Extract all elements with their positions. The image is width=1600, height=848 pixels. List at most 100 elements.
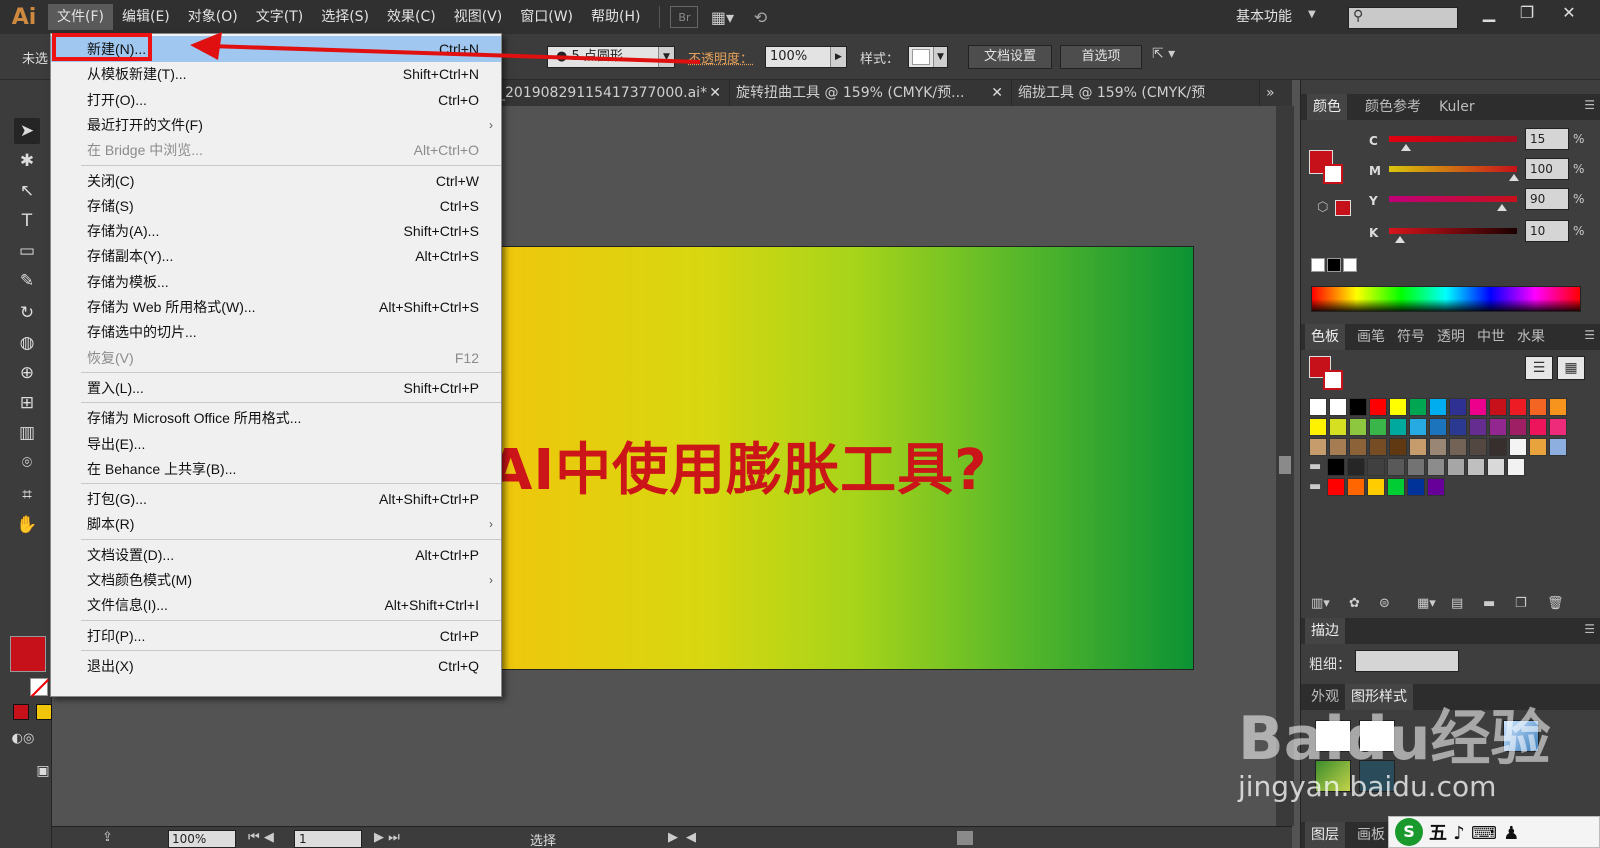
stroke-weight-input[interactable]: [1355, 650, 1459, 672]
cube-icon[interactable]: ⬡: [1317, 200, 1328, 215]
channel-m-input[interactable]: 100: [1525, 158, 1569, 180]
direct-selection-icon[interactable]: ↖: [14, 178, 40, 204]
color-mode-swatch[interactable]: [13, 704, 29, 720]
chevron-down-icon[interactable]: ▼: [658, 47, 674, 67]
stroke-color-swatch[interactable]: [30, 678, 48, 696]
tab-symbols[interactable]: 符号: [1391, 324, 1431, 350]
shape-builder-icon[interactable]: ⊕: [14, 360, 40, 386]
color-swatch[interactable]: [1347, 458, 1365, 476]
color-swatch[interactable]: [1349, 398, 1367, 416]
color-swatch[interactable]: [1369, 418, 1387, 436]
close-icon[interactable]: ✕: [1550, 2, 1588, 24]
channel-k-slider[interactable]: [1389, 228, 1517, 234]
color-swatch[interactable]: [1509, 418, 1527, 436]
tab-color-guide[interactable]: 颜色参考: [1359, 94, 1427, 120]
color-swatch[interactable]: [1509, 438, 1527, 456]
color-swatch[interactable]: [1549, 418, 1567, 436]
swatch-options-icon[interactable]: ⊜: [1379, 596, 1390, 611]
color-swatch[interactable]: [1549, 398, 1567, 416]
color-swatch[interactable]: [1309, 398, 1327, 416]
more-tabs-icon[interactable]: »: [1260, 80, 1292, 106]
file-menu-item[interactable]: 存储为(A)... Shift+Ctrl+S: [51, 218, 501, 244]
color-spectrum[interactable]: [1311, 286, 1581, 312]
color-swatch[interactable]: [1529, 438, 1547, 456]
color-swatch[interactable]: [1449, 438, 1467, 456]
color-swatch[interactable]: [1329, 418, 1347, 436]
color-swatch[interactable]: [1549, 438, 1567, 456]
status-menu-icon[interactable]: ▶: [668, 830, 678, 845]
horizontal-scroll-thumb[interactable]: [957, 831, 973, 845]
grid-view-icon[interactable]: ▦: [1557, 356, 1585, 380]
file-menu-item[interactable]: 从模板新建(T)... Shift+Ctrl+N: [51, 61, 501, 87]
magic-wand-icon[interactable]: ✱: [14, 148, 40, 174]
warp-tool-icon[interactable]: ◍: [14, 330, 40, 356]
file-menu-item[interactable]: 导出(E)...: [51, 431, 501, 457]
tab-swatches[interactable]: 色板: [1305, 324, 1345, 350]
slider-knob[interactable]: [1497, 204, 1507, 211]
type-tool-icon[interactable]: T: [14, 208, 40, 234]
color-swatch[interactable]: [1507, 458, 1525, 476]
channel-m-slider[interactable]: [1389, 166, 1517, 172]
add-used-colors-icon[interactable]: ✿: [1349, 596, 1360, 611]
color-swatch[interactable]: [1467, 458, 1485, 476]
color-swatch[interactable]: [1409, 418, 1427, 436]
draw-mode-icon[interactable]: ◐◎: [10, 726, 36, 752]
first-page-icon[interactable]: ⏮ ◀: [248, 830, 274, 845]
color-swatch[interactable]: [1327, 478, 1345, 496]
menu-file[interactable]: 文件(F): [48, 4, 113, 30]
share-icon[interactable]: ⇪: [102, 830, 113, 845]
workspace-switcher[interactable]: 基本功能: [1236, 6, 1292, 26]
color-swatch[interactable]: [1389, 398, 1407, 416]
color-swatch[interactable]: [1409, 398, 1427, 416]
color-swatch[interactable]: [1387, 458, 1405, 476]
channel-c-input[interactable]: 15: [1525, 128, 1569, 150]
color-swatch[interactable]: [1529, 418, 1547, 436]
color-swatch[interactable]: [1447, 458, 1465, 476]
new-swatch-icon[interactable]: ❐: [1515, 596, 1527, 611]
search-input[interactable]: ⚲: [1348, 7, 1458, 29]
zoom-select[interactable]: 100%: [168, 830, 236, 848]
file-menu-item[interactable]: 存储副本(Y)... Alt+Ctrl+S: [51, 243, 501, 269]
tab-document-1[interactable]: _20190829115417377000.ai* ✕: [492, 80, 730, 106]
color-swatch[interactable]: [1469, 438, 1487, 456]
bridge-icon[interactable]: Br: [670, 6, 699, 28]
next-page-icon[interactable]: ▶ ⏭: [374, 830, 400, 845]
tab-kuler[interactable]: Kuler: [1433, 94, 1481, 120]
chevron-down-icon[interactable]: ▼: [933, 47, 947, 67]
color-swatch[interactable]: [1469, 398, 1487, 416]
file-menu-item[interactable]: 存储选中的切片...: [51, 319, 501, 345]
file-menu-item[interactable]: 置入(L)... Shift+Ctrl+P: [51, 375, 501, 401]
brush-tool-icon[interactable]: ✎: [14, 268, 40, 294]
color-swatch[interactable]: [1347, 478, 1365, 496]
out-of-gamut-swatch[interactable]: [1335, 200, 1351, 216]
new-color-group-icon[interactable]: ▬: [1483, 596, 1495, 611]
file-menu-item[interactable]: 脚本(R) ›: [51, 511, 501, 537]
tab-color[interactable]: 颜色: [1307, 94, 1347, 120]
color-swatch[interactable]: [1367, 458, 1385, 476]
tab-document-2[interactable]: 旋转扭曲工具 @ 159% (CMYK/预... ✕: [730, 80, 1012, 106]
color-swatch[interactable]: [1327, 458, 1345, 476]
file-menu-item[interactable]: 存储为 Microsoft Office 所用格式...: [51, 405, 501, 431]
color-swatch[interactable]: [1389, 418, 1407, 436]
color-swatch[interactable]: [1309, 438, 1327, 456]
file-menu-item[interactable]: 关闭(C) Ctrl+W: [51, 168, 501, 194]
graph-tool-icon[interactable]: ▥: [14, 420, 40, 446]
menu-view[interactable]: 视图(V): [445, 4, 512, 30]
channel-y-slider[interactable]: [1389, 196, 1517, 202]
file-menu-item[interactable]: 文件信息(I)... Alt+Shift+Ctrl+I: [51, 592, 501, 618]
color-swatch[interactable]: [1309, 418, 1327, 436]
rectangle-tool-icon[interactable]: ▭: [14, 238, 40, 264]
menu-object[interactable]: 对象(O): [179, 4, 247, 30]
file-menu-item[interactable]: 在 Behance 上共享(B)...: [51, 456, 501, 482]
color-swatch[interactable]: [1469, 418, 1487, 436]
list-view-icon[interactable]: ☰: [1525, 356, 1553, 380]
color-swatch[interactable]: [1509, 398, 1527, 416]
color-swatch[interactable]: [1489, 418, 1507, 436]
stroke-profile-select[interactable]: ● 5 点圆形 ▼: [547, 46, 675, 68]
arrange-icon[interactable]: ⇱ ▾: [1152, 46, 1175, 62]
channel-k-input[interactable]: 10: [1525, 220, 1569, 242]
gradient-mode-swatch[interactable]: [36, 704, 52, 720]
color-swatch[interactable]: [1427, 478, 1445, 496]
color-swatch[interactable]: [1409, 438, 1427, 456]
scroll-thumb[interactable]: [1279, 456, 1291, 474]
